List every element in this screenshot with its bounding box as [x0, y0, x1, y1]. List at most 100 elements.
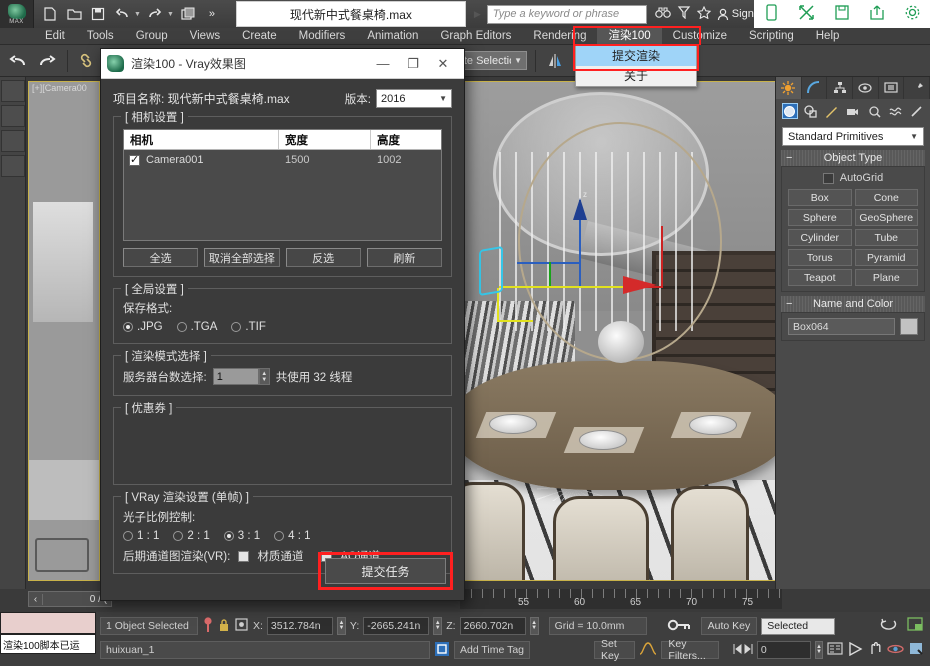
isolate-selection-icon[interactable]	[202, 616, 214, 637]
mobile-view-icon[interactable]	[764, 4, 779, 24]
format-option-jpg[interactable]: .JPG	[123, 321, 163, 333]
add-time-tag-button[interactable]: Add Time Tag	[454, 641, 530, 659]
track-bar-ruler[interactable]: 55 60 65 70 75	[460, 589, 782, 609]
dialog-close-button[interactable]: ✕	[428, 56, 458, 72]
rail-button-3[interactable]	[1, 130, 25, 152]
share-icon[interactable]	[869, 4, 885, 24]
dialog-maximize-button[interactable]: ❐	[398, 56, 428, 72]
server-count-spinner[interactable]: ▲▼	[259, 368, 270, 385]
tab-utilities[interactable]	[904, 77, 930, 99]
new-file-icon[interactable]	[40, 4, 60, 24]
material-channel-checkbox[interactable]	[238, 551, 249, 562]
dropdown-item-submit-render[interactable]: 提交渲染	[576, 46, 696, 66]
format-jpg-radio[interactable]	[123, 322, 133, 332]
menu-item-views[interactable]: Views	[179, 28, 231, 45]
dropdown-item-about[interactable]: 关于	[576, 66, 696, 86]
binoculars-icon[interactable]	[655, 6, 671, 22]
selection-lock-icon[interactable]	[218, 617, 230, 636]
time-tag-icon[interactable]	[434, 641, 450, 660]
transform-gizmo[interactable]: z	[527, 200, 667, 320]
save-icon[interactable]	[88, 4, 108, 24]
menu-item-edit[interactable]: Edit	[34, 28, 76, 45]
orbit-icon[interactable]	[880, 617, 897, 635]
geometry-icon[interactable]	[782, 103, 798, 119]
key-icon[interactable]	[667, 618, 691, 635]
autogrid-checkbox[interactable]	[823, 173, 834, 184]
photon-2-1-radio[interactable]	[173, 531, 183, 541]
search-input[interactable]: Type a keyword or phrase	[487, 5, 647, 24]
object-button-plane[interactable]: Plane	[855, 269, 919, 286]
photon-option-1-1[interactable]: 1 : 1	[123, 530, 159, 542]
rollout-object-type-header[interactable]: − Object Type	[781, 150, 925, 166]
collapse-icon[interactable]: −	[786, 150, 792, 166]
mirror-icon[interactable]	[544, 49, 568, 73]
menu-item-xuanran100[interactable]: 渲染100	[597, 28, 661, 45]
key-filters-button[interactable]: Key Filters...	[661, 641, 718, 659]
refresh-button[interactable]: 刷新	[367, 248, 442, 267]
menu-item-modifiers[interactable]: Modifiers	[288, 28, 357, 45]
play-animation-icon[interactable]	[847, 642, 863, 659]
project-folder-icon[interactable]	[178, 4, 198, 24]
tab-motion[interactable]	[853, 77, 879, 99]
version-select[interactable]: 2016 ▼	[376, 89, 452, 108]
photon-3-1-radio[interactable]	[224, 531, 234, 541]
expand-icon[interactable]	[798, 4, 815, 24]
maximize-viewport-icon[interactable]	[907, 617, 924, 635]
photon-1-1-radio[interactable]	[123, 531, 133, 541]
object-button-cone[interactable]: Cone	[855, 189, 919, 206]
viewport-left[interactable]: [+][Camera00	[28, 81, 100, 581]
invert-selection-button[interactable]: 反选	[286, 248, 361, 267]
deselect-all-button[interactable]: 取消全部选择	[204, 248, 279, 267]
undo-icon[interactable]	[112, 4, 132, 24]
prev-next-key-icon[interactable]	[733, 643, 753, 658]
z-coord-spinner[interactable]: ▲▼	[530, 617, 539, 635]
favorites-star-icon[interactable]	[697, 6, 711, 22]
maxscript-listener-output[interactable]: 渲染100脚本已运	[0, 634, 96, 654]
camera-table-row[interactable]: Camera001 1500 1002	[124, 150, 441, 170]
format-option-tif[interactable]: .TIF	[231, 321, 265, 333]
redo-dropdown-icon[interactable]: ▼	[167, 11, 174, 18]
object-button-geosphere[interactable]: GeoSphere	[855, 209, 919, 226]
time-slider-prev-icon[interactable]: ‹	[29, 594, 43, 605]
submit-task-button[interactable]: 提交任务	[325, 558, 446, 584]
x-coord-input[interactable]: 3512.784n	[267, 617, 333, 635]
absolute-relative-toggle-icon[interactable]	[234, 617, 249, 635]
cameras-icon[interactable]	[845, 103, 861, 119]
format-tif-radio[interactable]	[231, 322, 241, 332]
app-logo-button[interactable]: MAX	[0, 0, 34, 28]
key-mode-field[interactable]: Selected	[761, 618, 835, 635]
helpers-icon[interactable]	[866, 103, 882, 119]
select-link-icon[interactable]	[76, 49, 100, 73]
x-coord-spinner[interactable]: ▲▼	[337, 617, 346, 635]
shapes-icon[interactable]	[803, 103, 819, 119]
primitive-category-select[interactable]: Standard Primitives ▼	[782, 127, 924, 146]
object-button-teapot[interactable]: Teapot	[788, 269, 852, 286]
more-commands-icon[interactable]: »	[202, 4, 222, 24]
systems-icon[interactable]	[908, 103, 924, 119]
server-count-stepper[interactable]: 1 ▲▼	[213, 368, 270, 385]
object-button-box[interactable]: Box	[788, 189, 852, 206]
menu-item-tools[interactable]: Tools	[76, 28, 125, 45]
auto-key-button[interactable]: Auto Key	[701, 617, 758, 635]
object-name-input[interactable]: Box064	[788, 318, 895, 335]
rail-button-2[interactable]	[1, 105, 25, 127]
zoom-region-icon[interactable]	[908, 641, 924, 659]
object-color-swatch[interactable]	[900, 318, 918, 335]
photon-option-3-1[interactable]: 3 : 1	[224, 530, 260, 542]
y-coord-input[interactable]: -2665.241n	[363, 617, 429, 635]
format-option-tga[interactable]: .TGA	[177, 321, 218, 333]
save-cloud-icon[interactable]	[834, 4, 850, 24]
frame-spinner[interactable]: ▲▼	[815, 641, 823, 659]
photon-4-1-radio[interactable]	[274, 531, 284, 541]
open-file-icon[interactable]	[64, 4, 84, 24]
redo-toolbar-icon[interactable]	[35, 49, 59, 73]
object-button-cylinder[interactable]: Cylinder	[788, 229, 852, 246]
object-button-torus[interactable]: Torus	[788, 249, 852, 266]
photon-option-4-1[interactable]: 4 : 1	[274, 530, 310, 542]
object-button-tube[interactable]: Tube	[855, 229, 919, 246]
object-button-pyramid[interactable]: Pyramid	[855, 249, 919, 266]
format-tga-radio[interactable]	[177, 322, 187, 332]
orbit-view-icon[interactable]	[887, 642, 904, 659]
tab-modify[interactable]	[802, 77, 828, 99]
menu-item-graph-editors[interactable]: Graph Editors	[429, 28, 522, 45]
